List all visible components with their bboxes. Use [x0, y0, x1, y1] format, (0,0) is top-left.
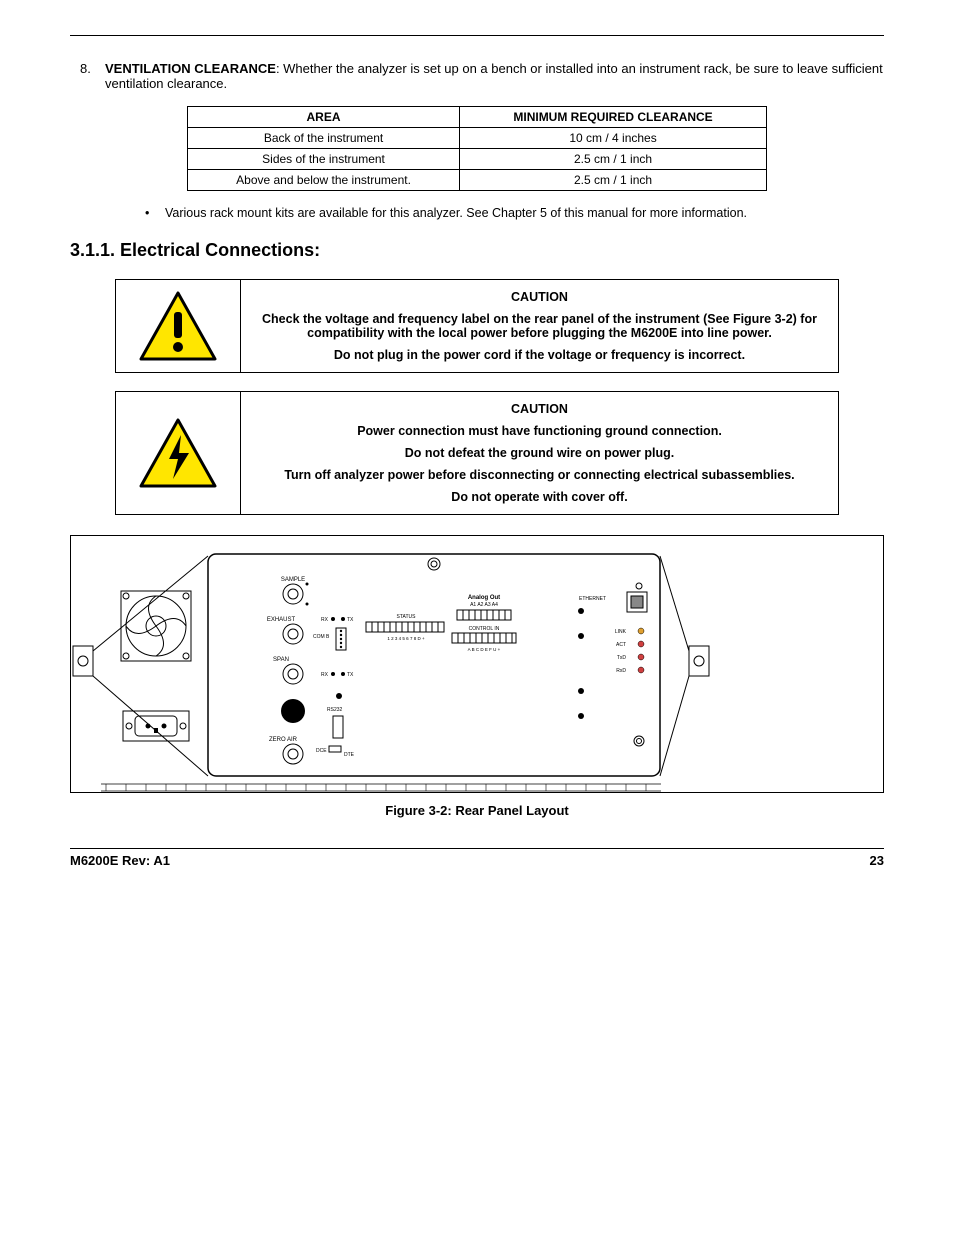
table-row: Above and below the instrument. 2.5 cm /… — [188, 170, 767, 191]
label-rxd: RxD — [616, 668, 626, 674]
table-header-row: AREA MINIMUM REQUIRED CLEARANCE — [188, 107, 767, 128]
label-status: STATUS — [397, 614, 417, 620]
label-control-in: CONTROL IN — [469, 626, 500, 632]
table-cell: Back of the instrument — [188, 128, 460, 149]
table-cell: 2.5 cm / 1 inch — [460, 149, 767, 170]
table-header-clearance: MINIMUM REQUIRED CLEARANCE — [460, 107, 767, 128]
table-cell: 10 cm / 4 inches — [460, 128, 767, 149]
rear-panel-figure: SAMPLE EXHAUST SPAN ZERO AIR RX TX COM B — [70, 535, 884, 793]
table-cell: Sides of the instrument — [188, 149, 460, 170]
caution-text: CAUTION Check the voltage and frequency … — [241, 280, 838, 372]
caution-title: CAUTION — [259, 402, 820, 416]
list-number: 8. — [80, 61, 105, 91]
label-span: SPAN — [273, 657, 289, 663]
caution-icon-cell — [116, 392, 241, 514]
page-footer: M6200E Rev: A1 23 — [70, 849, 884, 868]
list-lead: VENTILATION CLEARANCE — [105, 61, 276, 76]
footer-right: 23 — [870, 853, 884, 868]
caution-para: Do not defeat the ground wire on power p… — [259, 446, 820, 460]
footer-left: M6200E Rev: A1 — [70, 853, 170, 868]
table-row: Sides of the instrument 2.5 cm / 1 inch — [188, 149, 767, 170]
caution-title: CAUTION — [259, 290, 820, 304]
warning-icon — [138, 290, 218, 362]
label-control-letters: A B C D E F U + — [468, 647, 501, 652]
label-sample: SAMPLE — [281, 577, 305, 583]
label-rx2: RX — [321, 672, 329, 678]
bullet-item: • Various rack mount kits are available … — [145, 206, 824, 220]
caution-box-voltage: CAUTION Check the voltage and frequency … — [115, 279, 839, 373]
label-exhaust: EXHAUST — [267, 617, 296, 623]
label-analog-out: Analog Out — [468, 595, 500, 601]
caution-para: Check the voltage and frequency label on… — [259, 312, 820, 340]
bullet-dot: • — [145, 206, 165, 220]
label-ethernet: ETHERNET — [579, 596, 606, 602]
caution-para: Do not operate with cover off. — [259, 490, 820, 504]
table-header-area: AREA — [188, 107, 460, 128]
table-row: Back of the instrument 10 cm / 4 inches — [188, 128, 767, 149]
caution-text: CAUTION Power connection must have funct… — [241, 392, 838, 514]
label-dce: DCE — [316, 748, 327, 754]
caution-para: Do not plug in the power cord if the vol… — [259, 348, 820, 362]
caution-para: Power connection must have functioning g… — [259, 424, 820, 438]
caution-para: Turn off analyzer power before disconnec… — [259, 468, 820, 482]
table-cell: 2.5 cm / 1 inch — [460, 170, 767, 191]
label-com-b: COM B — [313, 634, 330, 640]
label-act: ACT — [616, 642, 626, 648]
label-rx: RX — [321, 617, 329, 623]
label-status-nums: 1 2 3 4 5 6 7 8 D + — [387, 636, 425, 641]
clearance-table: AREA MINIMUM REQUIRED CLEARANCE Back of … — [187, 106, 767, 191]
rear-panel-svg: SAMPLE EXHAUST SPAN ZERO AIR RX TX COM B — [71, 536, 711, 793]
bullet-text: Various rack mount kits are available fo… — [165, 206, 747, 220]
label-rs232: RS232 — [327, 707, 343, 713]
top-rule — [70, 35, 884, 36]
caution-icon-cell — [116, 280, 241, 372]
label-analog-ch: A1 A2 A3 A4 — [470, 602, 498, 608]
list-item-8: 8. VENTILATION CLEARANCE: Whether the an… — [80, 61, 884, 91]
table-cell: Above and below the instrument. — [188, 170, 460, 191]
label-txd: TxD — [617, 655, 627, 661]
label-tx2: TX — [347, 672, 354, 678]
label-tx: TX — [347, 617, 354, 623]
section-heading: 3.1.1. Electrical Connections: — [70, 240, 884, 261]
caution-box-ground: CAUTION Power connection must have funct… — [115, 391, 839, 515]
label-zero-air: ZERO AIR — [269, 737, 298, 743]
label-dte: DTE — [344, 752, 355, 758]
electrical-warning-icon — [138, 417, 218, 489]
figure-caption: Figure 3-2: Rear Panel Layout — [70, 803, 884, 818]
label-link: LINK — [615, 629, 627, 635]
list-body: VENTILATION CLEARANCE: Whether the analy… — [105, 61, 884, 91]
